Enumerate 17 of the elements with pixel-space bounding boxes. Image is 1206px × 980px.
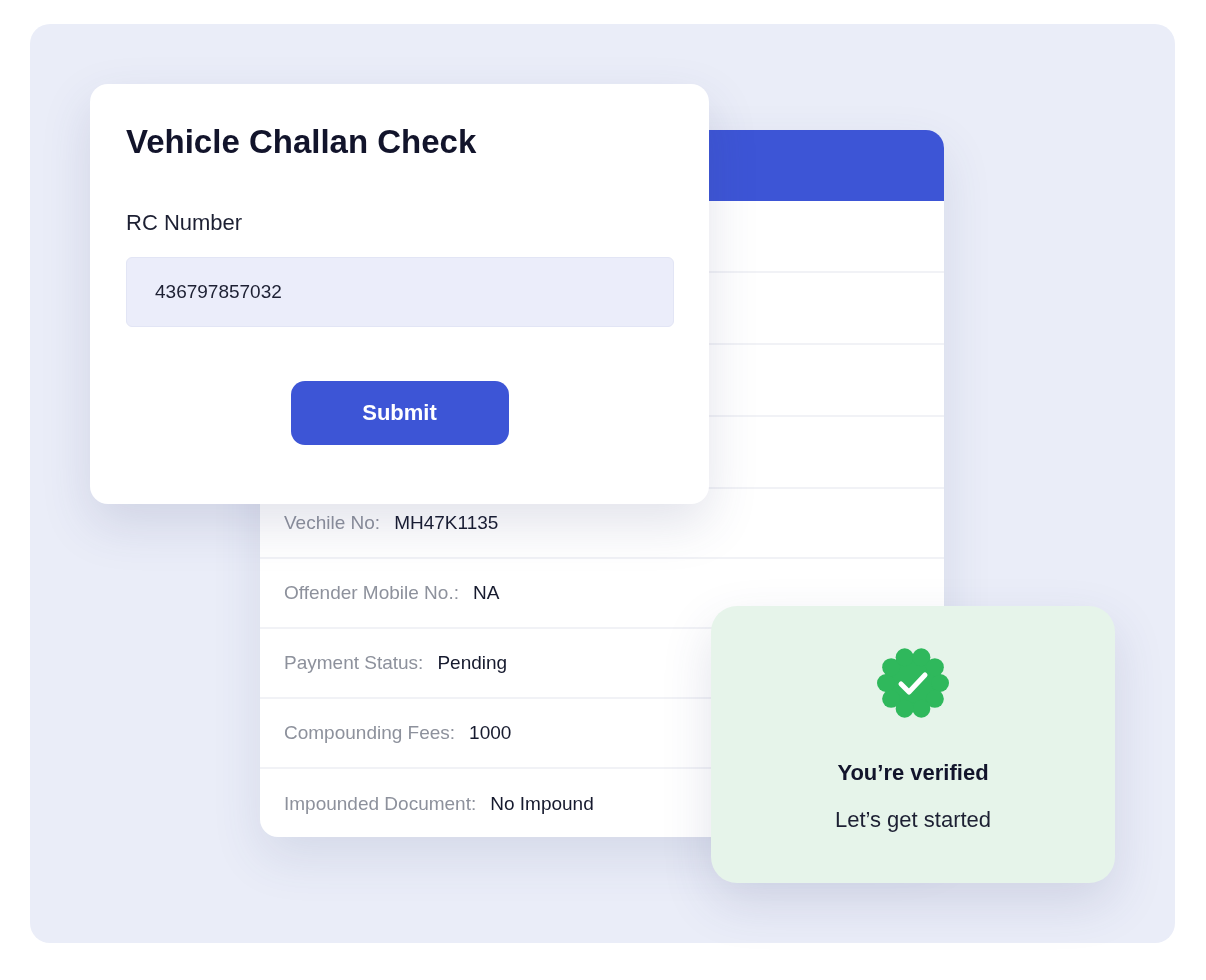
field-value: MH47K1135 [394,510,499,535]
field-label: RC Number [126,208,244,237]
field-label: Payment Status: [284,650,424,675]
verified-title: You’re verified [837,759,989,787]
field-label: Vechile No: [284,510,381,535]
verified-badge-icon [876,646,950,720]
field-label: Compounding Fees: [284,720,456,745]
field-value: Pending [437,650,508,675]
input-field[interactable]: 436797857032 [126,256,674,327]
submit-button[interactable]: Submit [290,380,509,445]
verified-subtitle: Let’s get started [834,806,992,834]
field-value: No Impound [490,791,594,816]
field-value: 1000 [469,720,512,745]
field-value: NA [472,580,500,605]
field-label: Impounded Document: [284,791,477,816]
form-title: Vehicle Challan Check [126,122,478,162]
field-label: Offender Mobile No.: [284,580,459,605]
